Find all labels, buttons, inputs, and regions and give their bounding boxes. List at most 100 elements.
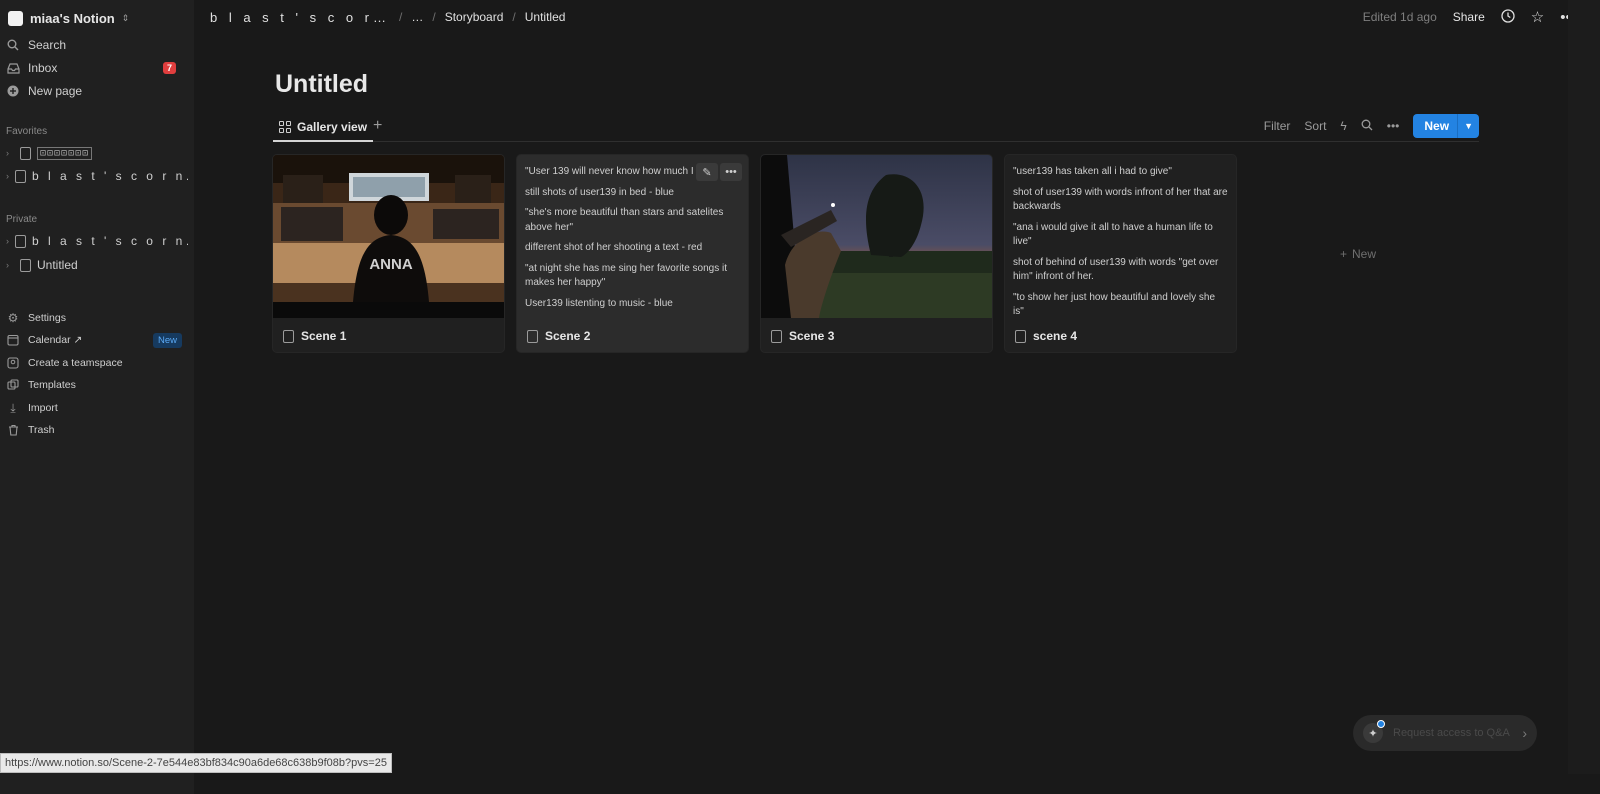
add-view-icon[interactable]: + [373, 117, 382, 135]
card-text-preview: "user139 has taken all i had to give" sh… [1013, 165, 1228, 326]
sidebar-item-label: ⊡⊡⊡⊡⊡⊡⊡ [37, 146, 93, 160]
sidebar-item-label: Untitled [37, 258, 78, 272]
tab-label: Gallery view [297, 120, 368, 134]
sidebar-item-calendar[interactable]: Calendar ↗ New [6, 329, 188, 351]
sidebar-item-label: Search [28, 38, 67, 52]
plus-circle-icon [6, 85, 20, 97]
gear-icon: ⚙ [7, 311, 19, 325]
chevron-right-icon[interactable]: › [6, 148, 14, 158]
share-button[interactable]: Share [1453, 10, 1485, 24]
preview-line: User139 listenting to music - blue [525, 297, 673, 309]
sidebar-item-label: Settings [28, 312, 66, 324]
topbar-actions: Edited 1d ago Share ☆ ••• [1363, 8, 1576, 26]
qa-request-pill[interactable]: ✦ Request access to Q&A › [1353, 715, 1537, 751]
edit-pencil-icon[interactable]: ✎ [696, 163, 718, 181]
card-title: Scene 3 [771, 329, 834, 343]
sidebar-item-search[interactable]: Search [6, 34, 188, 56]
page-icon [15, 169, 26, 183]
sidebar-item-label: Create a teamspace [28, 357, 123, 369]
preview-line: shot of user139 with words infront of he… [1013, 186, 1228, 213]
page-title[interactable]: Untitled [275, 70, 368, 99]
page-icon [20, 258, 31, 272]
breadcrumb-item[interactable]: Storyboard [445, 10, 504, 24]
gallery-card-scene-1[interactable]: ANNA Scene 1 [273, 155, 504, 352]
sidebar-favorite-item[interactable]: › ⊡⊡⊡⊡⊡⊡⊡ [6, 142, 188, 164]
sort-button[interactable]: Sort [1304, 119, 1326, 133]
sidebar-item-templates[interactable]: Templates [6, 374, 188, 396]
card-cover-image [761, 155, 992, 318]
sidebar-item-import[interactable]: ⤓ Import [6, 397, 188, 419]
page-icon [15, 234, 26, 248]
sidebar-private-item[interactable]: › b l a s t ' s c o r n… [6, 230, 188, 252]
page-icon [283, 329, 294, 343]
star-icon[interactable]: ☆ [1531, 10, 1544, 25]
chevron-updown-icon: ⇕ [121, 12, 130, 23]
inbox-count-badge: 7 [162, 62, 176, 74]
workspace-avatar [8, 10, 23, 26]
chevron-right-icon[interactable]: › [6, 260, 14, 270]
breadcrumb-item[interactable]: Untitled [525, 10, 566, 24]
sidebar-item-label: Templates [28, 379, 76, 391]
view-tools: Filter Sort ϟ ••• New ▼ [1264, 114, 1479, 138]
qa-label: Request access to Q&A [1393, 727, 1510, 739]
new-record-button[interactable]: New ▼ [1413, 114, 1479, 138]
sidebar-item-create-teamspace[interactable]: Create a teamspace [6, 352, 188, 374]
breadcrumb-item[interactable]: b l a s t ' s c o r… [210, 10, 390, 25]
filter-button[interactable]: Filter [1264, 119, 1291, 133]
plus-icon: + [1340, 247, 1348, 261]
sidebar-item-new-page[interactable]: New page [6, 80, 188, 102]
preview-line: "at night she has me sing her favorite s… [525, 262, 727, 289]
workspace-switcher[interactable]: miaa's Notion ⇕ [8, 8, 129, 28]
search-icon[interactable] [1361, 119, 1373, 134]
sidebar-item-trash[interactable]: Trash [6, 419, 188, 441]
preview-line: "to show her just how beautiful and love… [1013, 291, 1216, 318]
gallery-card-scene-3[interactable]: Scene 3 [761, 155, 992, 352]
chevron-right-icon[interactable]: › [6, 171, 9, 181]
sidebar-item-label: b l a s t ' s c o r n… [32, 234, 188, 248]
clock-icon[interactable] [1501, 8, 1515, 26]
breadcrumb-item[interactable]: … [411, 10, 423, 24]
sidebar-private-item[interactable]: › Untitled [6, 254, 188, 276]
more-horizontal-icon[interactable]: ••• [1387, 119, 1400, 133]
sidebar: miaa's Notion ⇕ Search Inbox 7 New page … [0, 0, 194, 794]
card-title: Scene 1 [283, 329, 346, 343]
trash-icon [6, 424, 20, 436]
preview-line: "ana i would give it all to have a human… [1013, 221, 1213, 248]
sidebar-item-label: Trash [28, 424, 55, 436]
sidebar-favorite-item[interactable]: › b l a s t ' s c o r n… [6, 165, 188, 187]
preview-line: "she's more beautiful than stars and sat… [525, 207, 724, 233]
favorites-label: Favorites [6, 126, 48, 137]
search-icon [6, 39, 20, 51]
card-title: Scene 2 [527, 329, 590, 343]
notification-dot [1377, 720, 1385, 728]
card-hover-actions: ✎ ••• [696, 163, 742, 181]
more-horizontal-icon[interactable]: ••• [720, 163, 742, 181]
templates-icon [6, 379, 20, 391]
lightning-icon[interactable]: ϟ [1340, 119, 1346, 133]
gallery-grid-icon [279, 121, 291, 133]
scrollbar-track[interactable] [1568, 0, 1600, 774]
sidebar-item-inbox[interactable]: Inbox 7 [6, 57, 188, 79]
card-title: scene 4 [1015, 329, 1077, 343]
edited-timestamp: Edited 1d ago [1362, 10, 1437, 24]
preview-line: shot of behind of user139 with words "ge… [1013, 256, 1219, 283]
sidebar-item-label: New page [28, 84, 83, 98]
add-card-button[interactable]: + New [1340, 247, 1376, 261]
sidebar-item-label: Calendar ↗ [28, 334, 83, 346]
preview-line: different shot of her shooting a text - … [525, 242, 703, 253]
chevron-down-icon[interactable]: ▼ [1457, 114, 1479, 138]
preview-line: still shots of user139 in bed - blue [525, 186, 674, 198]
workspace-name: miaa's Notion [30, 10, 115, 26]
sidebar-item-settings[interactable]: ⚙ Settings [6, 307, 188, 329]
page-icon [771, 329, 782, 343]
card-text-preview: "User 139 will never know how much I sti… [525, 165, 740, 317]
card-cover-image: ANNA [273, 155, 504, 318]
sidebar-item-label: Import [28, 402, 58, 414]
teamspace-icon [6, 357, 20, 369]
gallery-card-scene-4[interactable]: "user139 has taken all i had to give" sh… [1005, 155, 1236, 352]
chevron-right-icon[interactable]: › [6, 236, 9, 246]
tab-gallery-view[interactable]: Gallery view [273, 114, 374, 142]
page-icon [527, 329, 538, 343]
gallery-card-scene-2[interactable]: "User 139 will never know how much I sti… [517, 155, 748, 352]
chevron-right-icon: › [1522, 725, 1527, 741]
